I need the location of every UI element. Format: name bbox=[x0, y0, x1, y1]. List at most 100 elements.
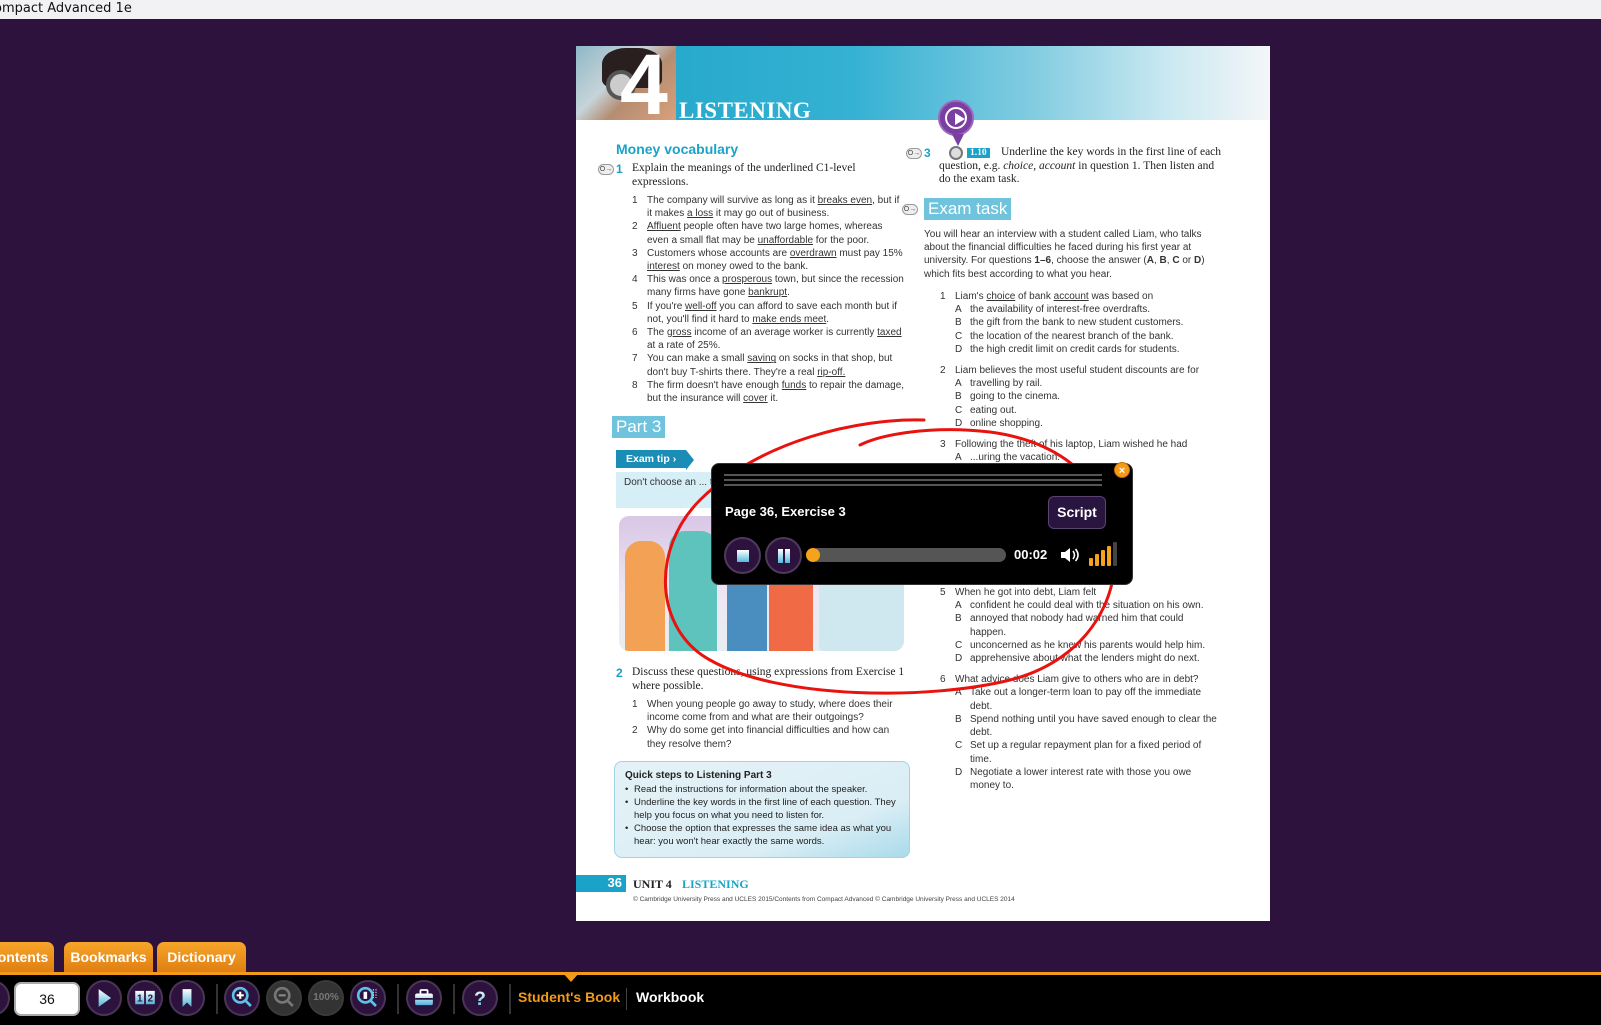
question-stem: 2 Liam believes the most useful student d… bbox=[940, 365, 1200, 377]
section-heading: Money vocabulary bbox=[616, 141, 739, 157]
item-text: When young people go away to study, wher… bbox=[647, 699, 893, 724]
item-text: The gross income of an average worker is… bbox=[647, 327, 902, 352]
active-book-indicator bbox=[562, 972, 580, 982]
pause-button[interactable] bbox=[765, 537, 802, 574]
volume-bar[interactable] bbox=[1095, 554, 1099, 566]
item-text: The company will survive as long as it b… bbox=[647, 195, 900, 220]
item-number: 1 bbox=[632, 699, 638, 710]
illustration-person bbox=[625, 541, 665, 651]
unit-banner: 4 LISTENING bbox=[576, 46, 1270, 128]
answer-option: A Take out a longer-term loan to pay off … bbox=[955, 687, 1202, 712]
volume-bar[interactable] bbox=[1107, 546, 1111, 566]
exercise3-instruction: Underline the key words in the first lin… bbox=[939, 146, 1222, 185]
answer-option: Bgoing to the cinema. bbox=[955, 391, 1061, 403]
elapsed-time: 00:02 bbox=[1014, 547, 1048, 562]
pause-icon-bar bbox=[785, 549, 790, 563]
exam-question: 2 Liam believes the most useful student d… bbox=[940, 364, 1220, 430]
script-button[interactable]: Script bbox=[1048, 496, 1106, 529]
answer-key-icon[interactable]: O→ bbox=[906, 148, 922, 159]
two-page-icon: 12 bbox=[135, 990, 155, 1005]
item-number: 5 bbox=[632, 300, 638, 312]
exam-tip-tag: Exam tip › bbox=[616, 450, 695, 470]
answer-option: Athe availability of interest-free overd… bbox=[955, 304, 1151, 316]
chevron-right-icon: › bbox=[672, 453, 677, 465]
page-number: 36 bbox=[576, 875, 626, 892]
item-number: 4 bbox=[632, 274, 638, 286]
exercise1-instruction: Explain the meanings of the underlined C… bbox=[632, 162, 856, 188]
list-item: 4 This was once a prosperous town, but si… bbox=[632, 273, 906, 299]
next-page-button[interactable] bbox=[86, 980, 122, 1016]
answer-key-icon[interactable]: O→ bbox=[902, 204, 918, 215]
exam-task-intro: You will hear an interview with a studen… bbox=[924, 229, 1205, 280]
answer-option: Donline shopping. bbox=[955, 417, 1043, 429]
list-item: 8 The firm doesn't have enough funds to r… bbox=[632, 379, 906, 405]
tab-contents[interactable]: ontents bbox=[0, 942, 54, 972]
answer-option: Ceating out. bbox=[955, 404, 1017, 416]
item-text: Affluent people often have two large hom… bbox=[647, 221, 883, 246]
exercise1-list: 1 The company will survive as long as it … bbox=[632, 194, 906, 405]
volume-bar[interactable] bbox=[1113, 542, 1117, 566]
toolbar-divider bbox=[453, 984, 455, 1014]
zoom-out-icon bbox=[273, 986, 294, 1007]
progress-knob[interactable] bbox=[805, 548, 820, 562]
list-item: 2 Why do some get into financial difficul… bbox=[632, 724, 906, 750]
list-item: 2 Affluent people often have two large ho… bbox=[632, 220, 906, 246]
zoom-out-button[interactable] bbox=[266, 980, 302, 1016]
bookmark-icon bbox=[182, 989, 192, 1007]
zoom-percent-label: 100% bbox=[313, 992, 339, 1003]
two-page-view-button[interactable]: 12 bbox=[127, 980, 163, 1016]
list-item: 1 The company will survive as long as it … bbox=[632, 194, 906, 220]
zoom-area-icon bbox=[356, 986, 377, 1007]
answer-option: Dthe high credit limit on credit cards f… bbox=[955, 343, 1180, 355]
item-number: 7 bbox=[632, 353, 638, 365]
exercise2-list: 1 When young people go away to study, whe… bbox=[632, 698, 906, 751]
exercise-number: 2 bbox=[616, 666, 623, 680]
tab-dictionary[interactable]: Dictionary bbox=[157, 942, 246, 972]
toolbar-divider bbox=[509, 984, 511, 1014]
exercise2-instruction: Discuss these questions, using expressio… bbox=[632, 666, 905, 692]
quick-step: • Choose the option that expresses the sa… bbox=[625, 823, 892, 847]
tab-bookmarks[interactable]: Bookmarks bbox=[64, 942, 153, 972]
answer-option: Cthe location of the nearest branch of t… bbox=[955, 330, 1174, 342]
zoom-in-button[interactable] bbox=[224, 980, 260, 1016]
toolbar-divider bbox=[216, 984, 218, 1014]
volume-bar[interactable] bbox=[1101, 550, 1105, 566]
answer-option: Atravelling by rail. bbox=[955, 378, 1043, 390]
page-number-input[interactable]: 36 bbox=[14, 982, 80, 1016]
answer-option: Cunconcerned as he knew his parents woul… bbox=[955, 639, 1206, 651]
stop-button[interactable] bbox=[724, 537, 761, 574]
volume-slider[interactable] bbox=[1089, 542, 1125, 566]
answer-option: Aconfident he could deal with the situat… bbox=[955, 600, 1204, 612]
students-book-link[interactable]: Student's Book bbox=[518, 989, 620, 1005]
quick-step: • Underline the key words in the first li… bbox=[625, 797, 896, 821]
player-drag-handle[interactable] bbox=[724, 474, 1102, 486]
bookmark-button[interactable] bbox=[169, 980, 205, 1016]
progress-bar[interactable] bbox=[805, 548, 1006, 562]
zoom-to-fit-button[interactable] bbox=[350, 980, 386, 1016]
quick-steps-box: Quick steps to Listening Part 3 • Read th… bbox=[614, 761, 910, 858]
zoom-100-button[interactable]: 100% bbox=[308, 980, 344, 1016]
volume-bar[interactable] bbox=[1089, 558, 1093, 566]
toolbox-button[interactable] bbox=[406, 980, 442, 1016]
pause-icon bbox=[778, 549, 783, 563]
quick-steps-title: Quick steps to Listening Part 3 bbox=[625, 770, 772, 781]
list-item: 1 When young people go away to study, whe… bbox=[632, 698, 906, 724]
speaker-icon[interactable] bbox=[1059, 546, 1081, 564]
audio-player: × Page 36, Exercise 3 Script 00:02 bbox=[711, 462, 1133, 585]
help-button[interactable]: ? bbox=[462, 980, 498, 1016]
answer-option: Bannoyed that nobody had warned him that… bbox=[955, 613, 1184, 638]
question-stem: 6 What advice does Liam give to others wh… bbox=[940, 674, 1199, 686]
workbook-link[interactable]: Workbook bbox=[636, 989, 704, 1005]
exam-question: 6 What advice does Liam give to others wh… bbox=[940, 673, 1220, 792]
window-title-bar: ompact Advanced 1e bbox=[0, 0, 1601, 19]
exam-tip-label: Exam tip bbox=[626, 453, 670, 465]
audio-play-pin[interactable] bbox=[938, 100, 974, 146]
toolbox-icon bbox=[415, 989, 433, 1006]
answer-option: D Negotiate a lower interest rate with th… bbox=[955, 766, 1192, 791]
close-player-button[interactable]: × bbox=[1114, 462, 1130, 478]
answer-option: B Spend nothing until you have saved enou… bbox=[955, 713, 1217, 739]
help-icon: ? bbox=[474, 988, 486, 1010]
copyright-text: © Cambridge University Press and UCLES 2… bbox=[633, 896, 1015, 903]
question-stem: 5 When he got into debt, Liam felt bbox=[940, 587, 1097, 599]
answer-key-icon[interactable]: O→ bbox=[598, 164, 614, 175]
